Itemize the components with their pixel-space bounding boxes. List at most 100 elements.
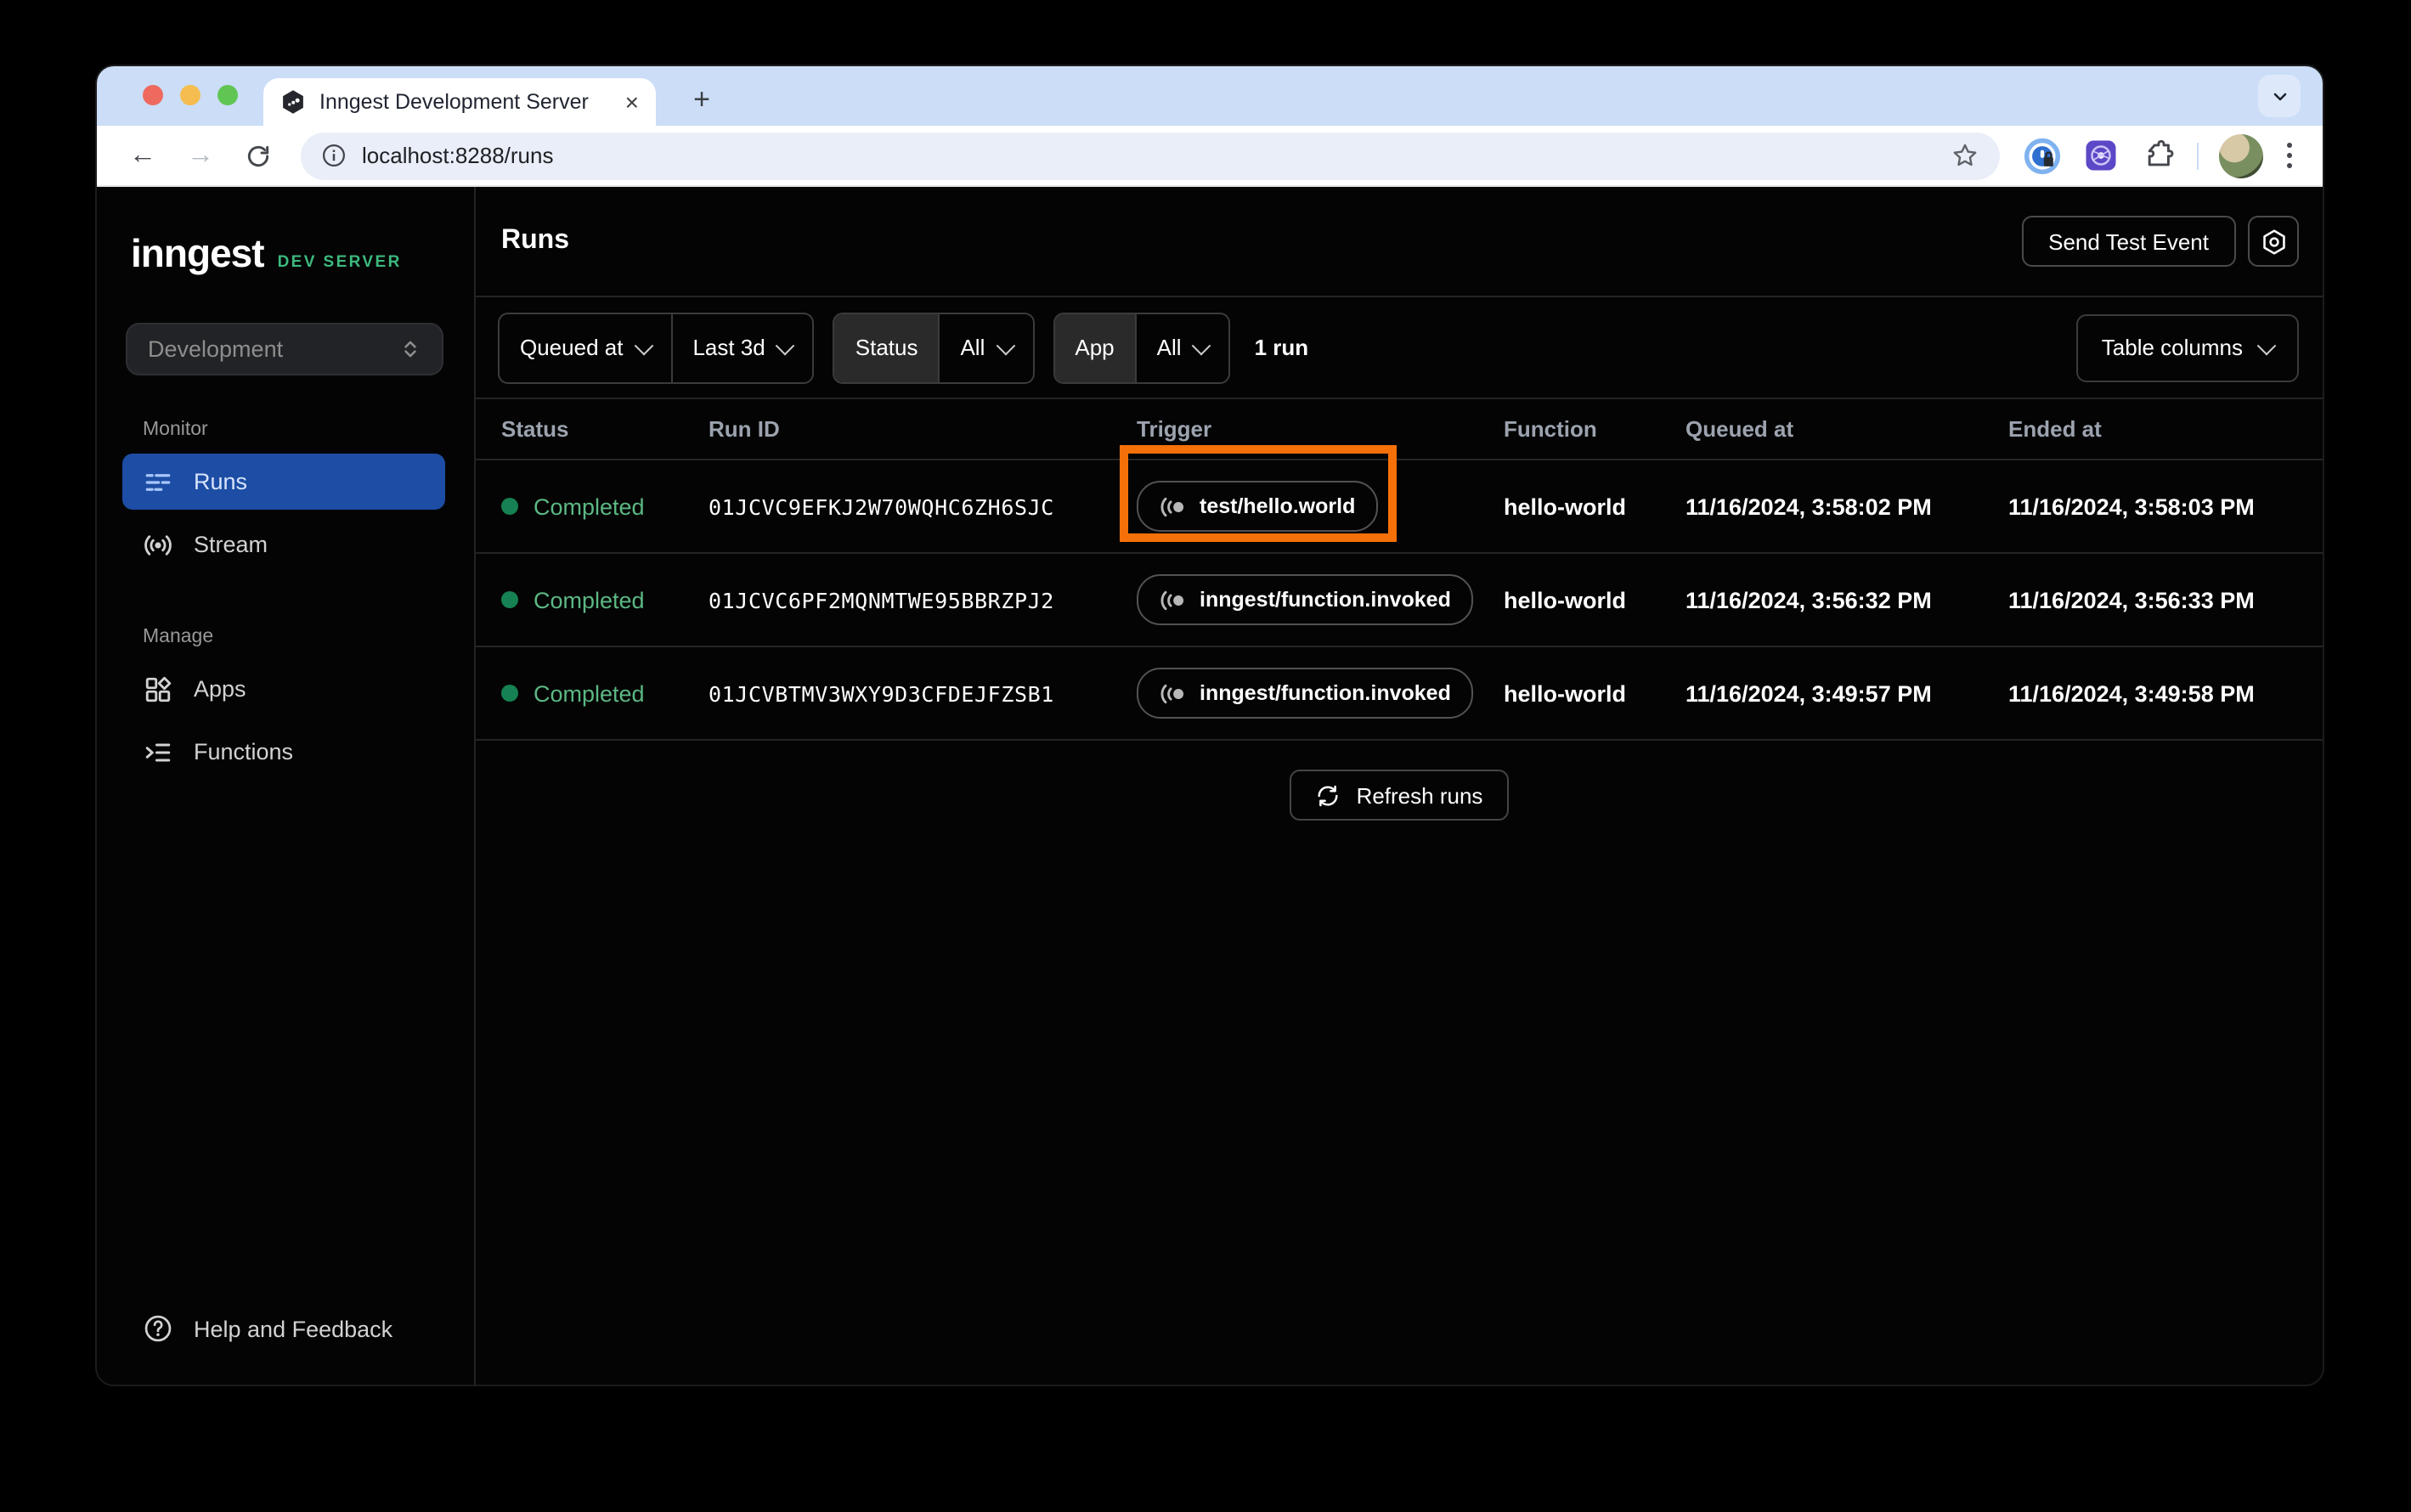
sidebar-item-label: Stream	[194, 532, 268, 557]
stream-icon	[144, 534, 172, 555]
send-test-event-button[interactable]: Send Test Event	[2021, 216, 2236, 267]
help-and-feedback[interactable]: Help and Feedback	[97, 1296, 474, 1361]
chevron-down-icon	[2256, 335, 2277, 355]
status-label: Completed	[534, 494, 645, 519]
time-range-label: Last 3d	[692, 335, 765, 360]
help-label: Help and Feedback	[194, 1316, 393, 1341]
status-dot-icon	[501, 591, 518, 608]
trigger-name: inngest/function.invoked	[1200, 588, 1451, 612]
sidebar: inngest DEV SERVER Development Monitor R…	[97, 187, 476, 1385]
runs-table-body: Completed 01JCVC9EFKJ2W70WQHC6ZH6SJC tes…	[476, 445, 2323, 741]
environment-selector-value: Development	[148, 336, 284, 362]
maximize-window-button[interactable]	[217, 85, 238, 105]
environment-selector[interactable]: Development	[126, 323, 443, 375]
time-range-dropdown[interactable]: Last 3d	[670, 313, 812, 381]
function-cell[interactable]: hello-world	[1504, 680, 1685, 706]
page-title: Runs	[501, 226, 569, 255]
new-tab-button[interactable]: +	[681, 80, 722, 121]
status-dot-icon	[501, 498, 518, 515]
sidebar-item-runs[interactable]: Runs	[122, 454, 445, 510]
chevron-down-icon	[776, 335, 796, 355]
table-row[interactable]: Completed 01JCVC6PF2MQNMTWE95BBRZPJ2 inn…	[476, 554, 2323, 647]
status-filter-label: Status	[834, 313, 939, 381]
table-columns-label: Table columns	[2101, 335, 2243, 360]
trigger-pill[interactable]: inngest/function.invoked	[1137, 668, 1473, 719]
time-field-dropdown[interactable]: Queued at	[500, 313, 670, 381]
extensions-puzzle-icon[interactable]	[2139, 137, 2177, 174]
functions-icon	[145, 742, 171, 761]
browser-tab-strip: Inngest Development Server × +	[97, 66, 2323, 126]
function-cell[interactable]: hello-world	[1504, 494, 1685, 519]
reload-icon[interactable]	[238, 135, 279, 176]
address-bar[interactable]: localhost:8288/runs	[301, 132, 2000, 179]
app-content: inngest DEV SERVER Development Monitor R…	[97, 187, 2323, 1385]
monitor-section-label: Monitor	[143, 420, 208, 440]
refresh-icon	[1318, 784, 1339, 806]
column-header-ended-at: Ended at	[2008, 416, 2102, 442]
refresh-row: Refresh runs	[476, 741, 2323, 821]
time-filter-group: Queued at Last 3d	[498, 312, 815, 383]
column-header-status: Status	[501, 416, 569, 442]
purple-extension-icon[interactable]	[2081, 137, 2119, 174]
tab-search-chevron-button[interactable]	[2258, 75, 2301, 117]
minimize-window-button[interactable]	[180, 85, 200, 105]
status-filter-dropdown[interactable]: All	[938, 313, 1032, 381]
function-cell[interactable]: hello-world	[1504, 587, 1685, 612]
queued-at-cell: 11/16/2024, 3:49:57 PM	[1685, 680, 1932, 706]
table-row[interactable]: Completed 01JCVC9EFKJ2W70WQHC6ZH6SJC tes…	[476, 445, 2323, 554]
browser-toolbar: ← → localhost:8288/runs	[97, 126, 2323, 187]
forward-icon[interactable]: →	[180, 135, 221, 176]
sidebar-item-apps[interactable]: Apps	[122, 661, 445, 717]
event-signal-icon	[1160, 590, 1184, 610]
back-icon[interactable]: ←	[122, 135, 163, 176]
column-header-trigger: Trigger	[1137, 416, 1212, 442]
trigger-highlight-box	[1120, 445, 1397, 542]
close-window-button[interactable]	[143, 85, 163, 105]
site-info-icon[interactable]	[321, 143, 347, 168]
ended-at-cell: 11/16/2024, 3:56:33 PM	[2008, 587, 2255, 612]
sidebar-item-stream[interactable]: Stream	[122, 516, 445, 573]
trigger-pill[interactable]: inngest/function.invoked	[1137, 574, 1473, 625]
chevron-down-icon	[1192, 335, 1211, 355]
browser-tab[interactable]: Inngest Development Server ×	[263, 78, 656, 126]
chevron-down-icon	[996, 335, 1015, 355]
inngest-favicon-icon	[283, 90, 303, 114]
status-cell: Completed	[476, 680, 709, 706]
window-controls[interactable]	[143, 85, 238, 105]
run-id-cell[interactable]: 01JCVC6PF2MQNMTWE95BBRZPJ2	[709, 587, 1137, 612]
settings-button[interactable]	[2248, 216, 2299, 267]
refresh-runs-button[interactable]: Refresh runs	[1290, 770, 1509, 821]
main-panel: Runs Send Test Event Queued at Last 3d S…	[476, 187, 2323, 1385]
sidebar-item-functions[interactable]: Functions	[122, 724, 445, 780]
status-dot-icon	[501, 685, 518, 702]
sidebar-item-label: Runs	[194, 469, 248, 494]
ended-at-cell: 11/16/2024, 3:49:58 PM	[2008, 680, 2255, 706]
password-manager-extension-icon[interactable]	[2024, 137, 2061, 174]
event-signal-icon	[1160, 683, 1184, 703]
profile-avatar[interactable]	[2219, 133, 2263, 178]
bookmark-star-icon[interactable]	[1951, 141, 1979, 170]
queued-at-cell: 11/16/2024, 3:58:02 PM	[1685, 494, 1932, 519]
chevrons-up-down-icon	[404, 341, 416, 358]
run-id-cell[interactable]: 01JCVBTMV3WXY9D3CFDEJFZSB1	[709, 680, 1137, 706]
column-header-function: Function	[1504, 416, 1597, 442]
app-filter-dropdown[interactable]: All	[1134, 313, 1229, 381]
help-icon	[144, 1315, 172, 1342]
trigger-cell: test/hello.world	[1120, 445, 1504, 542]
status-filter-value: All	[960, 335, 985, 360]
dev-server-badge: DEV SERVER	[277, 253, 402, 272]
url-text[interactable]: localhost:8288/runs	[362, 143, 1951, 168]
trigger-name: inngest/function.invoked	[1200, 681, 1451, 705]
table-header-row: Status Run ID Trigger Function Queued at…	[476, 399, 2323, 460]
inngest-logo: inngest	[131, 231, 265, 275]
table-row[interactable]: Completed 01JCVBTMV3WXY9D3CFDEJFZSB1 inn…	[476, 647, 2323, 741]
run-id-cell[interactable]: 01JCVC9EFKJ2W70WQHC6ZH6SJC	[709, 494, 1137, 519]
browser-menu-icon[interactable]	[2287, 143, 2292, 168]
trigger-cell: inngest/function.invoked	[1137, 668, 1504, 719]
close-tab-icon[interactable]: ×	[625, 90, 639, 114]
apps-icon	[145, 675, 172, 702]
tab-title: Inngest Development Server	[319, 90, 589, 114]
status-filter-group: Status All	[833, 312, 1035, 383]
runs-icon	[145, 473, 171, 490]
table-columns-button[interactable]: Table columns	[2075, 313, 2299, 381]
